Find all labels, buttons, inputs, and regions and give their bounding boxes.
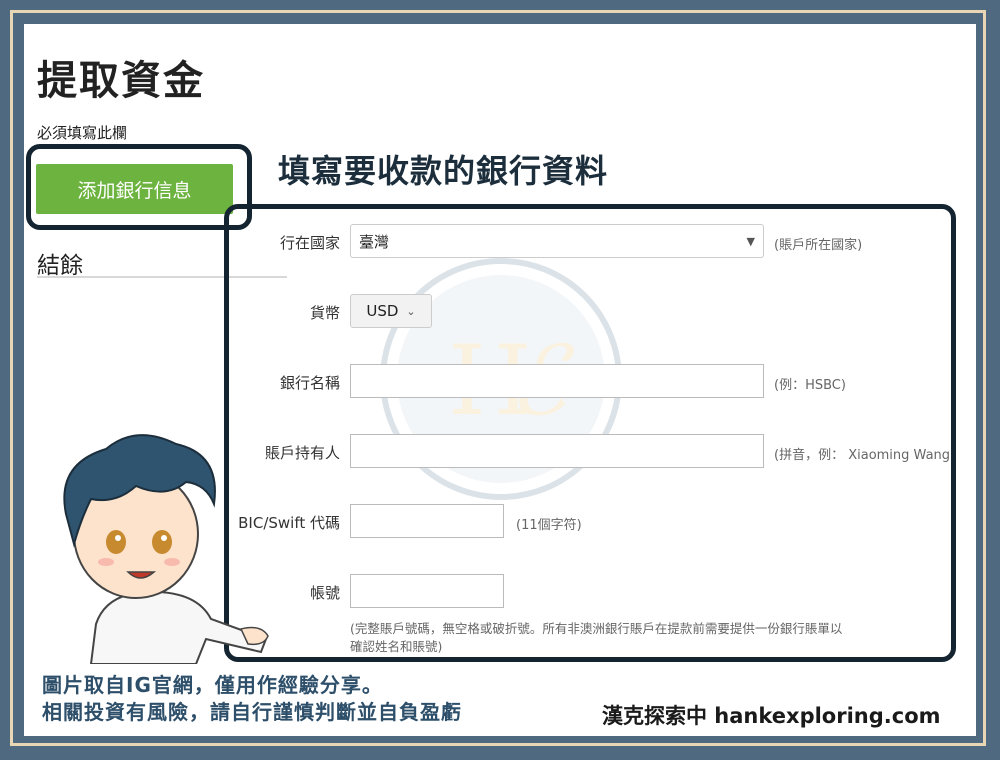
screenshot-canvas: H ℰ 提取資金 必須填寫此欄 添加銀行信息 填寫要收款的銀行資料 結餘 行在國… bbox=[24, 24, 976, 736]
required-note: 必須填寫此欄 bbox=[37, 124, 128, 142]
disclaimer: 圖片取自IG官網，僅用作經驗分享。 相關投資有風險，請自行謹慎判斷並自負盈虧 bbox=[42, 672, 462, 726]
disclaimer-line2: 相關投資有風險，請自行謹慎判斷並自負盈虧 bbox=[42, 700, 462, 724]
page-title: 提取資金 bbox=[37, 58, 205, 104]
mascot-illustration-icon bbox=[63, 434, 269, 664]
balance-heading: 結餘 bbox=[37, 253, 83, 279]
disclaimer-line1: 圖片取自IG官網，僅用作經驗分享。 bbox=[42, 673, 383, 697]
annotation-callout: 填寫要收款的銀行資料 bbox=[278, 152, 609, 190]
highlight-box-button bbox=[26, 144, 252, 230]
brand-credit: 漢克探索中 hankexploring.com bbox=[602, 704, 941, 728]
highlight-box-form bbox=[224, 204, 956, 662]
